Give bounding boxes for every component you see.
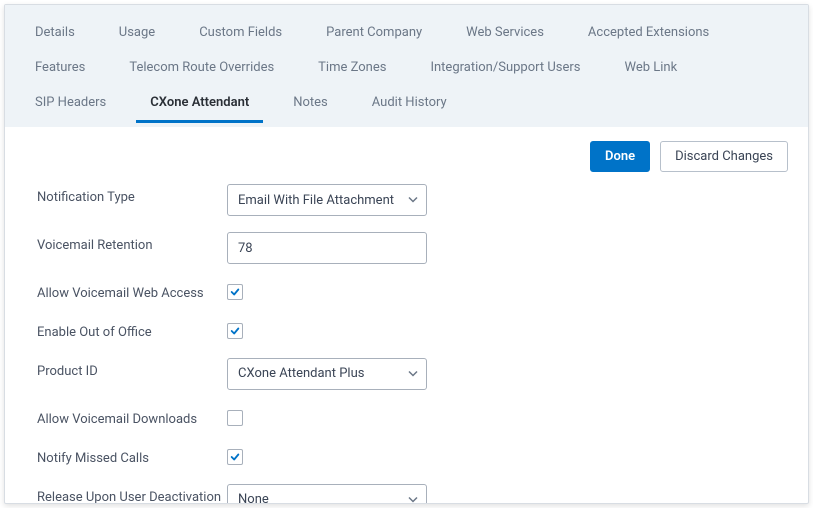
row-product-id: Product ID CXone Attendant Plus [37, 358, 784, 390]
toolbar: Done Discard Changes [5, 127, 808, 180]
tab-audit-history[interactable]: Audit History [358, 85, 461, 123]
row-notify-missed-calls: Notify Missed Calls [37, 445, 784, 468]
row-allow-voicemail-downloads: Allow Voicemail Downloads [37, 406, 784, 429]
row-allow-voicemail-web-access: Allow Voicemail Web Access [37, 280, 784, 303]
row-enable-out-of-office: Enable Out of Office [37, 319, 784, 342]
row-release-upon-user-deactivation: Release Upon User Deactivation None [37, 484, 784, 504]
select-value: Email With File Attachment [227, 184, 427, 216]
tab-sip-headers[interactable]: SIP Headers [21, 85, 120, 123]
label-product-id: Product ID [37, 358, 227, 381]
allow-voicemail-downloads-checkbox[interactable] [227, 410, 243, 426]
tab-custom-fields[interactable]: Custom Fields [185, 15, 296, 50]
voicemail-retention-input[interactable] [227, 232, 427, 264]
form: Notification Type Email With File Attach… [5, 180, 808, 504]
discard-changes-button[interactable]: Discard Changes [660, 141, 788, 172]
tab-web-services[interactable]: Web Services [452, 15, 558, 50]
select-value: CXone Attendant Plus [227, 358, 427, 390]
tab-bar: Details Usage Custom Fields Parent Company W… [5, 5, 808, 127]
tab-details[interactable]: Details [21, 15, 89, 50]
enable-out-of-office-checkbox[interactable] [227, 323, 243, 339]
tab-parent-company[interactable]: Parent Company [312, 15, 436, 50]
done-button[interactable]: Done [590, 141, 650, 172]
notification-type-select[interactable]: Email With File Attachment [227, 184, 427, 216]
row-voicemail-retention: Voicemail Retention [37, 232, 784, 264]
check-icon [230, 326, 240, 336]
label-notification-type: Notification Type [37, 184, 227, 207]
label-allow-voicemail-downloads: Allow Voicemail Downloads [37, 406, 227, 429]
tab-cxone-attendant[interactable]: CXone Attendant [136, 85, 263, 123]
allow-voicemail-web-access-checkbox[interactable] [227, 284, 243, 300]
label-enable-out-of-office: Enable Out of Office [37, 319, 227, 342]
check-icon [230, 452, 240, 462]
label-voicemail-retention: Voicemail Retention [37, 232, 227, 255]
label-allow-voicemail-web-access: Allow Voicemail Web Access [37, 280, 227, 303]
tab-telecom-route-overrides[interactable]: Telecom Route Overrides [115, 50, 288, 85]
tab-integration-support-users[interactable]: Integration/Support Users [416, 50, 594, 85]
tab-accepted-extensions[interactable]: Accepted Extensions [574, 15, 723, 50]
tab-usage[interactable]: Usage [105, 15, 169, 50]
select-value: None [227, 484, 427, 504]
settings-panel: Details Usage Custom Fields Parent Company W… [4, 4, 809, 504]
notify-missed-calls-checkbox[interactable] [227, 449, 243, 465]
tab-web-link[interactable]: Web Link [610, 50, 691, 85]
tab-time-zones[interactable]: Time Zones [304, 50, 400, 85]
release-upon-user-deactivation-select[interactable]: None [227, 484, 427, 504]
label-notify-missed-calls: Notify Missed Calls [37, 445, 227, 468]
product-id-select[interactable]: CXone Attendant Plus [227, 358, 427, 390]
label-release-upon-user-deactivation: Release Upon User Deactivation [37, 484, 227, 504]
tab-features[interactable]: Features [21, 50, 99, 85]
row-notification-type: Notification Type Email With File Attach… [37, 184, 784, 216]
check-icon [230, 287, 240, 297]
tab-notes[interactable]: Notes [279, 85, 342, 123]
